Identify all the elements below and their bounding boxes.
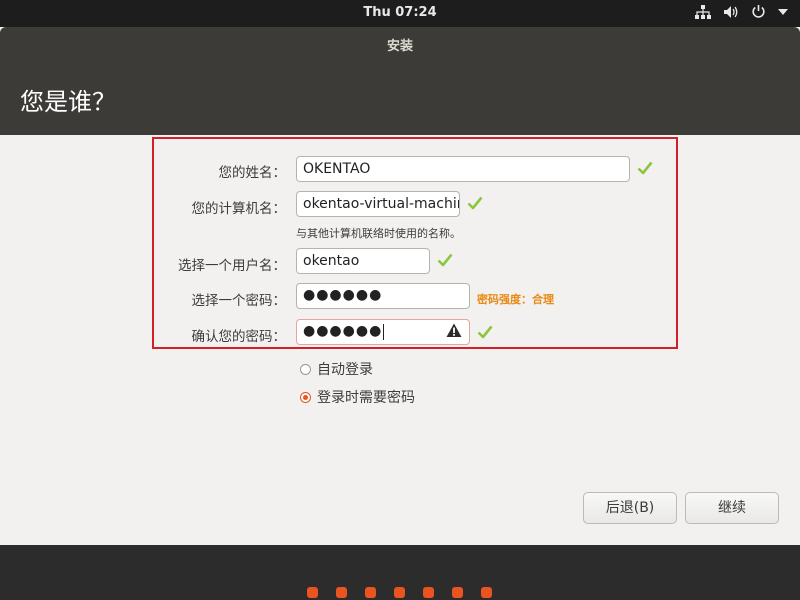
chevron-down-icon[interactable] <box>778 8 788 15</box>
require-password-label: 登录时需要密码 <box>317 390 415 406</box>
password-value: ●●●●●● <box>303 287 383 303</box>
clock[interactable]: Thu 07:24 <box>0 5 800 20</box>
window-titlebar: 安装 您是谁？ <box>0 27 800 135</box>
auto-login-option[interactable]: 自动登录 <box>300 359 373 379</box>
text-cursor <box>383 324 385 340</box>
confirm-password-value: ●●●●●● <box>303 323 383 339</box>
password-label: 选择一个密码： <box>191 293 287 309</box>
username-value: okentao <box>303 253 360 269</box>
require-password-radio[interactable] <box>300 391 311 403</box>
power-icon[interactable] <box>751 4 766 19</box>
name-label: 您的姓名： <box>218 165 287 181</box>
password-field[interactable]: ●●●●●● <box>296 283 470 309</box>
top-panel: Thu 07:24 <box>0 0 800 27</box>
system-tray[interactable] <box>695 4 788 19</box>
computer-name-hint: 与其他计算机联络时使用的名称。 <box>296 227 461 240</box>
progress-dot <box>307 587 318 598</box>
network-icon[interactable] <box>695 4 711 19</box>
confirm-password-label: 确认您的密码： <box>191 329 287 345</box>
username-field[interactable]: okentao <box>296 248 430 274</box>
name-value: OKENTAO <box>303 161 371 177</box>
window-title: 安装 <box>386 39 413 54</box>
progress-dot <box>423 587 434 598</box>
checkmark-icon <box>437 253 453 267</box>
checkmark-icon <box>637 161 653 175</box>
back-button[interactable]: 后退(B) <box>583 492 677 524</box>
confirm-password-field[interactable]: ●●●●●● <box>296 319 470 345</box>
auto-login-radio[interactable] <box>300 363 311 375</box>
progress-dot <box>481 587 492 598</box>
checkmark-icon <box>477 325 493 339</box>
installer-window: 安装 您是谁？ 您的姓名： OKENTAO 您的计算机名： okentao-vi… <box>0 27 800 600</box>
computer-name-value: okentao-virtual-machir <box>303 196 460 212</box>
continue-button[interactable]: 继续 <box>685 492 779 524</box>
volume-icon[interactable] <box>723 5 739 19</box>
warning-icon[interactable] <box>446 323 462 338</box>
password-strength: 密码强度：合理 <box>477 293 554 306</box>
name-field[interactable]: OKENTAO <box>296 156 630 182</box>
progress-dot <box>365 587 376 598</box>
checkmark-icon <box>467 196 483 210</box>
auto-login-label: 自动登录 <box>317 362 373 378</box>
progress-dot <box>336 587 347 598</box>
username-label: 选择一个用户名： <box>178 258 286 274</box>
computer-name-field[interactable]: okentao-virtual-machir <box>296 191 460 217</box>
require-password-option[interactable]: 登录时需要密码 <box>300 387 415 407</box>
page-title: 您是谁？ <box>20 88 116 116</box>
progress-dot <box>452 587 463 598</box>
progress-dot <box>394 587 405 598</box>
computer-name-label: 您的计算机名： <box>191 201 287 217</box>
